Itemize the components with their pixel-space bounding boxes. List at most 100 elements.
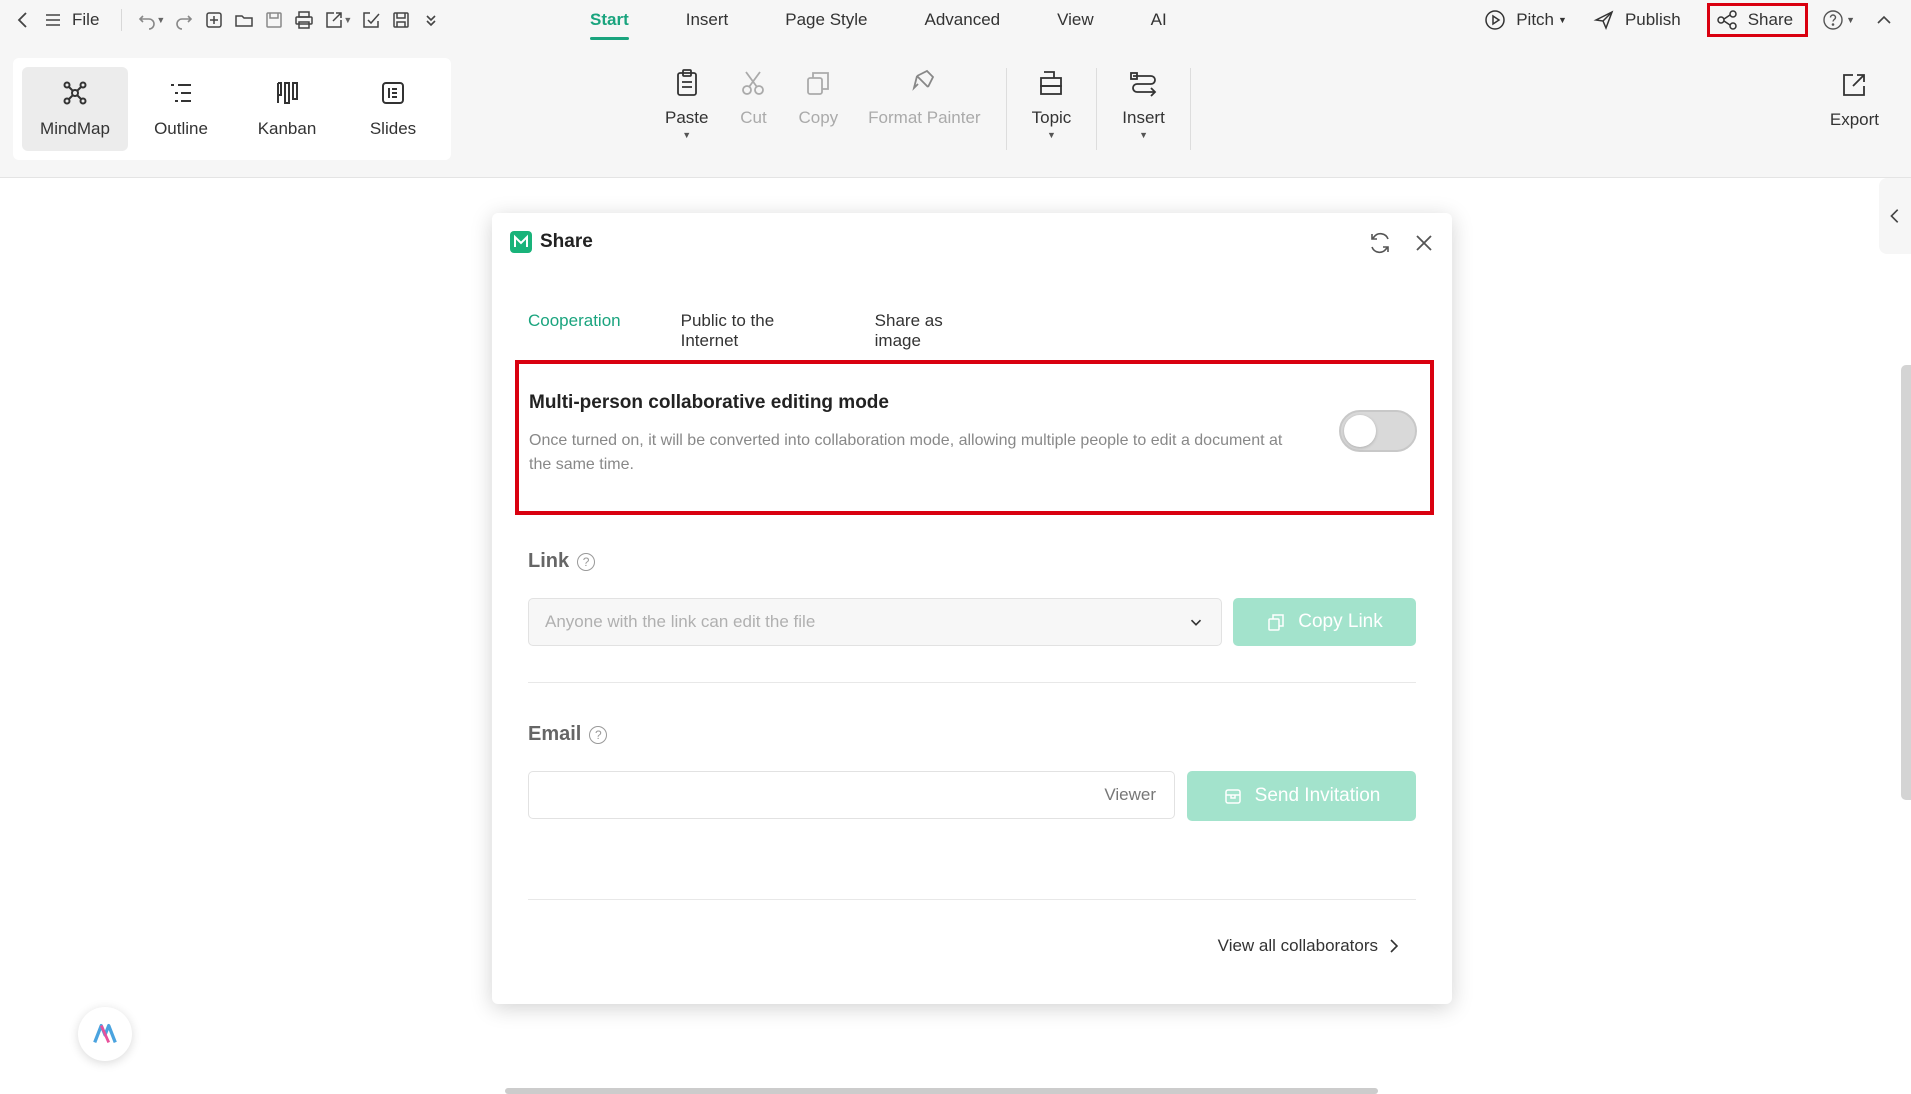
save-icon[interactable] [259,5,289,35]
envelope-icon [1224,789,1241,804]
vertical-scrollbar[interactable] [1901,365,1911,800]
send-invitation-button[interactable]: Send Invitation [1187,771,1416,821]
kanban-icon [277,82,298,104]
view-kanban-label: Kanban [257,119,317,138]
collapse-ribbon-icon[interactable] [1873,9,1895,31]
role-select[interactable]: Viewer [1104,785,1156,805]
section-divider [528,682,1416,683]
link-section-label: Link ? [528,550,596,573]
tab-cooperation[interactable]: Cooperation [528,303,621,364]
view-mode-switcher: MindMap Outline Kanban Slides [13,58,451,160]
divider [1005,68,1007,150]
email-label: Email [528,723,582,745]
undo-caret-icon[interactable]: ▼ [156,15,165,25]
format-painter-label: Format Painter [868,108,981,127]
export-caret-icon[interactable]: ▼ [343,15,352,25]
copy-link-button[interactable]: Copy Link [1233,598,1416,646]
paint-brush-icon [912,69,935,91]
view-outline-label: Outline [154,119,208,138]
view-kanban[interactable]: Kanban [234,67,340,151]
copy-link-label: Copy Link [1298,611,1383,632]
back-icon[interactable] [8,5,38,35]
top-right-actions: Pitch ▼ Publish Share ▼ [1484,0,1911,40]
topic-caret-icon[interactable]: ▼ [1047,130,1056,140]
collab-mode-description: Once turned on, it will be converted int… [529,432,1283,473]
topic-icon [1040,71,1063,95]
topic-button[interactable]: Topic ▼ [1017,68,1087,150]
ribbon-toolbar: MindMap Outline Kanban Slides Paste ▼ Cu… [0,40,1911,178]
insert-caret-icon[interactable]: ▼ [1139,130,1148,140]
paste-label: Paste [665,108,709,127]
insert-button[interactable]: Insert ▼ [1107,68,1180,150]
divider [1096,68,1098,150]
tab-ai[interactable]: AI [1151,0,1167,40]
dialog-actions [1348,231,1436,255]
chevron-down-icon [1190,619,1202,626]
scissors-icon [742,71,765,95]
share-label: Share [1747,10,1794,29]
menu-icon[interactable] [38,5,68,35]
share-button[interactable]: Share [1706,3,1809,37]
view-slides[interactable]: Slides [340,67,446,151]
share-dialog: Share Cooperation Public to the Internet… [492,213,1452,1004]
publish-label: Publish [1624,10,1681,29]
ai-assistant-button[interactable] [78,1007,132,1061]
help-icon[interactable]: ? [577,552,596,571]
print-icon[interactable] [289,5,319,35]
new-file-icon[interactable] [199,5,229,35]
close-icon[interactable] [1412,231,1436,255]
link-permission-select[interactable]: Anyone with the link can edit the file [528,598,1222,646]
send-invitation-label: Send Invitation [1254,785,1381,806]
tab-share-as-image[interactable]: Share as image [875,303,977,363]
tab-public-internet[interactable]: Public to the Internet [681,303,815,363]
quick-toolbar: File ▼ ▼ [0,0,446,40]
chevron-right-icon [1390,939,1399,953]
outline-icon [171,84,191,102]
tab-insert[interactable]: Insert [686,0,729,40]
view-slides-label: Slides [369,119,417,138]
save-as-icon[interactable] [386,5,416,35]
tab-view[interactable]: View [1057,0,1094,40]
open-folder-icon[interactable] [229,5,259,35]
cut-label: Cut [740,108,767,127]
publish-button[interactable]: Publish [1593,9,1681,31]
paste-button[interactable]: Paste ▼ [650,68,723,150]
slides-icon [382,82,404,104]
redo-icon[interactable] [169,5,199,35]
more-chevron-icon[interactable] [416,5,446,35]
refresh-icon[interactable] [1368,231,1392,255]
collab-mode-title: Multi-person collaborative editing mode [529,392,889,413]
copy-button[interactable]: Copy [783,68,853,150]
collab-mode-toggle[interactable] [1339,410,1417,452]
play-circle-icon [1485,10,1505,30]
tab-start[interactable]: Start [590,0,629,40]
view-outline[interactable]: Outline [128,67,234,151]
view-mindmap[interactable]: MindMap [22,67,128,151]
horizontal-scrollbar[interactable] [505,1088,1378,1094]
dialog-title: Share [540,231,593,252]
view-all-collaborators-link[interactable]: View all collaborators [1218,936,1402,956]
help-circle-icon [1823,10,1843,30]
cut-button[interactable]: Cut [723,68,783,150]
divider [1189,68,1191,150]
tab-page-style[interactable]: Page Style [785,0,867,40]
email-input[interactable] [529,772,1029,816]
format-painter-button[interactable]: Format Painter [853,68,995,150]
ai-logo-icon [93,1023,117,1043]
email-field[interactable]: Viewer [528,771,1175,819]
export-button[interactable]: Export [1830,70,1879,130]
help-icon[interactable]: ? [589,725,608,744]
topic-label: Topic [1031,108,1072,127]
pitch-button[interactable]: Pitch ▼ [1484,9,1567,31]
edit-check-icon[interactable] [356,5,386,35]
pitch-caret-icon: ▼ [1558,15,1567,25]
paste-caret-icon[interactable]: ▼ [682,130,691,140]
help-button[interactable]: ▼ [1822,9,1855,31]
pitch-label: Pitch [1516,10,1555,29]
edit-tools: Paste ▼ Cut Copy Format Painter Topic ▼ … [650,68,1201,150]
file-menu[interactable]: File [72,10,99,30]
side-panel-toggle[interactable] [1879,178,1911,254]
export-icon [1843,74,1866,96]
link-permission-value: Anyone with the link can edit the file [545,612,816,631]
tab-advanced[interactable]: Advanced [925,0,1001,40]
